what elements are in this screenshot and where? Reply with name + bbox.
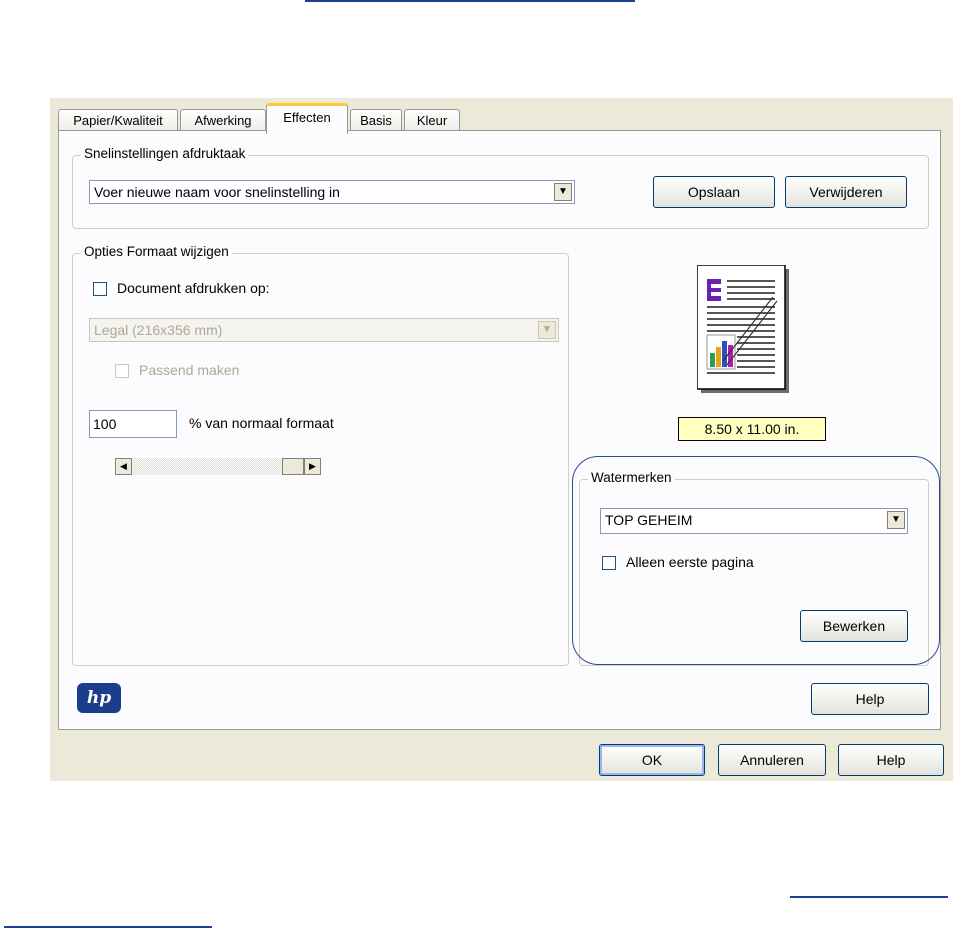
- fit-to-page-checkbox[interactable]: [115, 364, 129, 378]
- chevron-down-icon[interactable]: ▼: [887, 511, 905, 529]
- cancel-button[interactable]: Annuleren: [718, 744, 826, 776]
- watermarks-title: Watermerken: [588, 470, 675, 485]
- first-page-only-label: Alleen eerste pagina: [626, 554, 754, 570]
- first-page-only-checkbox[interactable]: [602, 556, 616, 570]
- print-document-on-label: Document afdrukken op:: [117, 280, 270, 296]
- tab-effects[interactable]: Effecten: [266, 103, 348, 134]
- watermark-value: TOP GEHEIM: [605, 512, 693, 528]
- ok-button[interactable]: OK: [599, 744, 705, 776]
- scale-slider-track[interactable]: [132, 458, 282, 475]
- chevron-down-icon[interactable]: ▼: [538, 321, 556, 339]
- watermarks-group: Watermerken TOP GEHEIM ▼ Alleen eerste p…: [579, 470, 929, 666]
- paper-size-select[interactable]: Legal (216x356 mm) ▼: [89, 318, 559, 342]
- link-underline-bottom-right[interactable]: [790, 896, 948, 898]
- paper-size-readout: 8.50 x 11.00 in.: [678, 417, 826, 441]
- hp-logo: hp: [77, 683, 121, 713]
- quick-settings-select[interactable]: Voer nieuwe naam voor snelinstelling in …: [89, 180, 575, 204]
- percent-label: % van normaal formaat: [189, 415, 334, 431]
- paper-size-value: Legal (216x356 mm): [94, 322, 223, 338]
- quick-settings-group: Snelinstellingen afdruktaak Voer nieuwe …: [72, 146, 929, 229]
- resize-options-group: Opties Formaat wijzigen Document afdrukk…: [72, 244, 569, 666]
- tab-page-effects: Snelinstellingen afdruktaak Voer nieuwe …: [58, 130, 941, 730]
- link-underline-bottom-left[interactable]: [4, 926, 212, 928]
- edit-watermark-button[interactable]: Bewerken: [800, 610, 908, 642]
- link-underline-top[interactable]: [305, 0, 635, 2]
- document-preview-icon: [697, 265, 789, 393]
- print-document-on-checkbox[interactable]: [93, 282, 107, 296]
- scroll-left-icon[interactable]: ◀: [115, 458, 132, 475]
- chevron-down-icon[interactable]: ▼: [554, 183, 572, 201]
- delete-button[interactable]: Verwijderen: [785, 176, 907, 208]
- quick-settings-value: Voer nieuwe naam voor snelinstelling in: [94, 184, 340, 200]
- tab-help-button[interactable]: Help: [811, 683, 929, 715]
- quick-settings-title: Snelinstellingen afdruktaak: [81, 146, 249, 161]
- scroll-right-icon[interactable]: ▶: [304, 458, 321, 475]
- resize-options-title: Opties Formaat wijzigen: [81, 244, 232, 259]
- scale-slider-thumb[interactable]: [282, 458, 304, 475]
- save-button[interactable]: Opslaan: [653, 176, 775, 208]
- fit-to-page-label: Passend maken: [139, 362, 240, 378]
- watermark-select[interactable]: TOP GEHEIM ▼: [600, 508, 908, 534]
- percent-input[interactable]: 100: [89, 410, 177, 438]
- help-button[interactable]: Help: [838, 744, 944, 776]
